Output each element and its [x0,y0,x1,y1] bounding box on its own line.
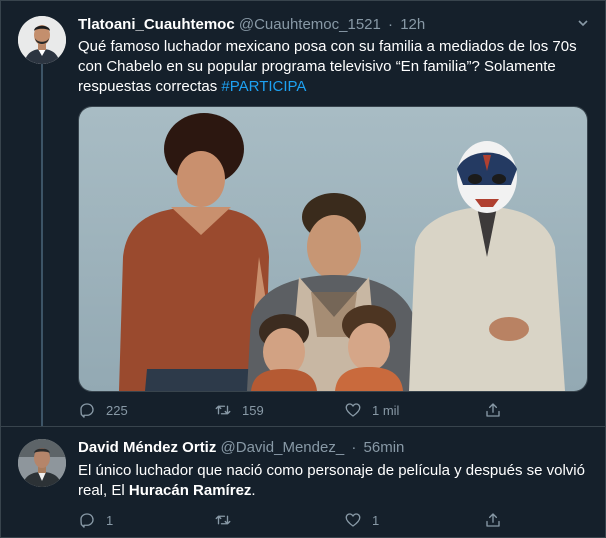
avatar[interactable] [18,16,66,64]
chevron-down-icon[interactable] [576,16,590,33]
tweet-header: Tlatoani_Cuauhtemoc @Cuauhtemoc_1521 · 1… [78,16,425,33]
tweet-time[interactable]: 56min [364,439,405,456]
tweet-header: David Méndez Ortiz @David_Mendez_ · 56mi… [78,439,404,456]
like-count: 1 mil [372,402,400,418]
separator-dot: · [351,439,357,456]
reply-button[interactable]: 225 [78,401,128,419]
author-name[interactable]: Tlatoani_Cuauhtemoc [78,16,235,33]
reply-icon [80,513,94,528]
retweet-count: 159 [242,402,264,418]
tweet[interactable]: David Méndez Ortiz @David_Mendez_ · 56mi… [0,427,606,538]
reply-icon [80,403,94,418]
tweet-actions: 225 159 1 mil [78,401,508,421]
author-name[interactable]: David Méndez Ortiz [78,439,216,456]
tweet-media-photo[interactable] [78,106,588,392]
tweet-text-bold: Huracán Ramírez [128,482,252,499]
retweet-icon [215,405,231,415]
like-button[interactable]: 1 mil [344,401,399,419]
like-icon [345,403,361,417]
share-button[interactable] [484,511,502,529]
like-button[interactable]: 1 [344,511,379,529]
hashtag-link[interactable]: #PARTICIPA [221,78,306,95]
avatar[interactable] [18,439,66,487]
reply-count: 1 [106,512,114,528]
share-icon [486,403,500,417]
retweet-button[interactable] [214,511,242,529]
author-handle[interactable]: @David_Mendez_ [221,439,345,456]
tweet-text-end: . [251,482,256,499]
retweet-button[interactable]: 159 [214,401,264,419]
tweet[interactable]: Tlatoani_Cuauhtemoc @Cuauhtemoc_1521 · 1… [0,0,606,426]
reply-button[interactable]: 1 [78,511,113,529]
tweet-text: El único luchador que nació como persona… [78,461,588,501]
tweet-actions: 1 1 [78,511,508,531]
author-handle[interactable]: @Cuauhtemoc_1521 [239,16,381,33]
tweet-text-body: Qué famoso luchador mexicano posa con su… [78,38,577,95]
like-count: 1 [372,512,380,528]
tweet-time[interactable]: 12h [400,16,425,33]
share-icon [486,513,500,527]
tweet-text: Qué famoso luchador mexicano posa con su… [78,37,588,97]
like-icon [345,513,361,527]
share-button[interactable] [484,401,502,419]
reply-count: 225 [106,402,128,418]
separator-dot: · [388,16,394,33]
retweet-icon [215,515,231,525]
